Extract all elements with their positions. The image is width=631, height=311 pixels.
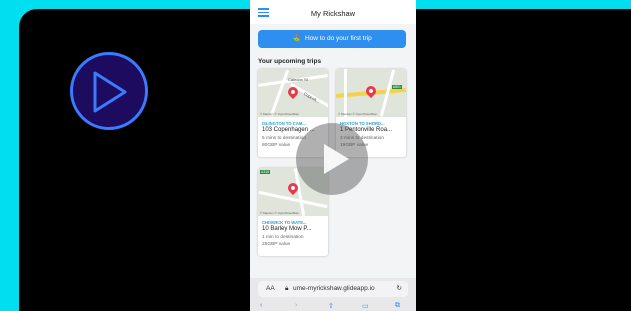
bookmarks-icon[interactable]: ▭ (362, 302, 369, 310)
page-title: My Rickshaw (310, 9, 356, 18)
street-label: Caledon St (288, 77, 308, 82)
trip-map: Caledon St Copenh... © Mapbox © OpenStre… (258, 69, 328, 117)
trip-address: 10 Barley Mow P... (262, 226, 312, 232)
play-icon[interactable] (296, 123, 368, 195)
url-field[interactable]: AA 🔒︎ ume-myrickshaw.glideapp.io ↻ (258, 281, 408, 297)
play-icon[interactable] (70, 52, 148, 130)
map-attribution: © Mapbox © OpenStreetMap (260, 211, 299, 215)
trip-value: 80GBP value (262, 143, 291, 148)
map-pin-icon (363, 83, 379, 99)
street-label: Copenh... (302, 90, 321, 105)
share-icon[interactable]: ⇧ (328, 302, 334, 310)
section-title: Your upcoming trips (258, 58, 322, 65)
road-badge: A316 (260, 170, 271, 174)
reload-icon[interactable]: ↻ (397, 281, 402, 297)
map-attribution: © Mapbox © OpenStreetMap (338, 112, 377, 116)
road-badge: A501 (391, 85, 402, 89)
cta-label: How to do your first trip (304, 35, 372, 42)
text-size-button[interactable]: AA (266, 281, 275, 297)
trip-map: A501 © Mapbox © OpenStreetMap (336, 69, 406, 117)
forward-icon[interactable]: › (295, 302, 297, 309)
how-to-first-trip-button[interactable]: ⛳ How to do your first trip (258, 30, 406, 48)
back-icon[interactable]: ‹ (260, 302, 262, 309)
browser-toolbar: ‹ › ⇧ ▭ ⧉ (250, 300, 416, 311)
tabs-icon[interactable]: ⧉ (395, 302, 400, 310)
trip-route: ISLINGTON TO CAM... (262, 121, 306, 126)
trip-time: 1 min to destination (262, 235, 304, 240)
trip-time: 5 mins to destination (262, 136, 306, 141)
map-attribution: © Mapbox © OpenStreetMap (260, 112, 299, 116)
url-text: ume-myrickshaw.glideapp.io (293, 285, 375, 292)
browser-address-bar: AA 🔒︎ ume-myrickshaw.glideapp.io ↻ (250, 278, 416, 300)
lock-icon: 🔒︎ (285, 285, 289, 292)
trip-route: CHISWICK TO WATE... (262, 220, 307, 225)
trip-value: 25GBP value (262, 242, 291, 247)
app-header: My Rickshaw (250, 0, 416, 24)
route-icon: ⛳ (292, 35, 301, 42)
